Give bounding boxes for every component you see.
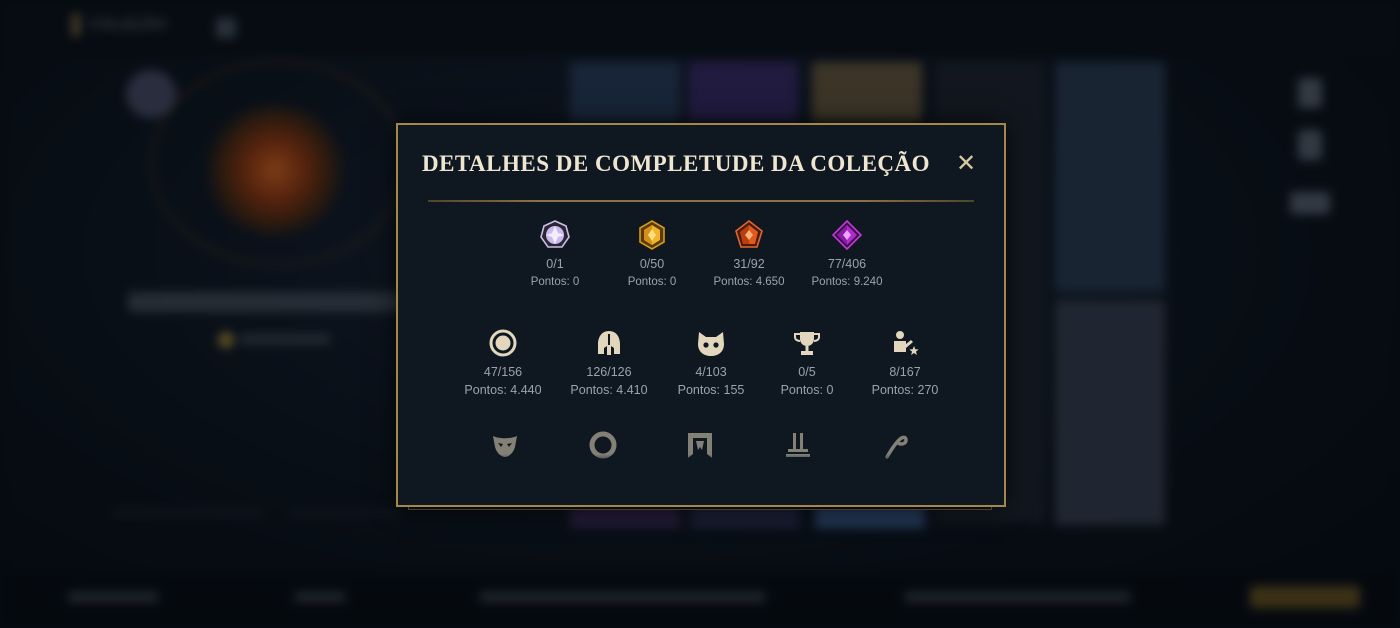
ward-stat xyxy=(588,430,618,466)
stat-creature: 4/103 Pontos: 155 xyxy=(656,328,766,398)
stat-count: 0/1 xyxy=(546,257,564,271)
collection-details-modal: DETALHES DE COMPLETUDE DA COLEÇÃO ✕ 0/1 … xyxy=(396,123,1006,507)
stat-helmet: 126/126 Pontos: 4.410 xyxy=(554,328,664,398)
banner-stat xyxy=(685,430,715,466)
stat-diamond-gem: 0/1 Pontos: 0 xyxy=(500,220,610,290)
stat-count: 4/103 xyxy=(695,365,727,379)
stat-purple-gem: 77/406 Pontos: 9.240 xyxy=(792,220,902,290)
stat-points: Pontos: 0 xyxy=(780,383,834,397)
fade-overlay xyxy=(783,454,813,466)
diamond-gem-icon xyxy=(540,220,570,248)
stat-emote: 8/167 Pontos: 270 xyxy=(850,328,960,398)
gold-gem-icon xyxy=(639,220,665,250)
stat-trophy: 0/5 Pontos: 0 xyxy=(752,328,862,398)
stat-count: 126/126 xyxy=(586,365,632,379)
stat-count: 0/5 xyxy=(798,365,816,379)
pedestal-stat xyxy=(783,430,813,466)
purple-gem-icon xyxy=(832,220,862,250)
stat-ring: 47/156 Pontos: 4.440 xyxy=(448,328,558,398)
stat-count: 77/406 xyxy=(827,257,867,271)
stat-points: Pontos: 4.440 xyxy=(464,383,542,397)
stat-count: 31/92 xyxy=(733,257,765,271)
close-icon[interactable]: ✕ xyxy=(954,149,978,177)
fade-overlay xyxy=(588,454,618,466)
modal-title: DETALHES DE COMPLETUDE DA COLEÇÃO xyxy=(421,151,931,176)
stat-points: Pontos: 155 xyxy=(677,383,745,397)
emote-figure-icon xyxy=(894,331,919,355)
stat-points: Pontos: 9.240 xyxy=(811,276,883,288)
swirl-stat xyxy=(881,430,911,466)
stat-points: Pontos: 0 xyxy=(627,276,677,288)
stat-gold-gem: 0/50 Pontos: 0 xyxy=(597,220,707,290)
fade-overlay xyxy=(881,454,911,466)
stat-count: 0/50 xyxy=(639,257,665,271)
stat-points: Pontos: 4.410 xyxy=(570,383,648,397)
helmet-icon xyxy=(598,331,620,355)
stat-points: Pontos: 4.650 xyxy=(713,276,785,288)
ring-icon xyxy=(489,329,517,357)
fade-overlay xyxy=(685,454,715,466)
stat-points: Pontos: 270 xyxy=(871,383,939,397)
orange-gem-icon xyxy=(735,220,763,248)
title-divider xyxy=(428,200,974,202)
stat-count: 47/156 xyxy=(483,365,523,379)
fade-overlay xyxy=(490,454,520,466)
stat-orange-gem: 31/92 Pontos: 4.650 xyxy=(694,220,804,290)
stat-count: 8/167 xyxy=(889,365,921,379)
stat-points: Pontos: 0 xyxy=(530,276,580,288)
creature-face-icon xyxy=(698,332,724,356)
trophy-icon xyxy=(794,332,820,355)
mask-stat xyxy=(490,430,520,466)
